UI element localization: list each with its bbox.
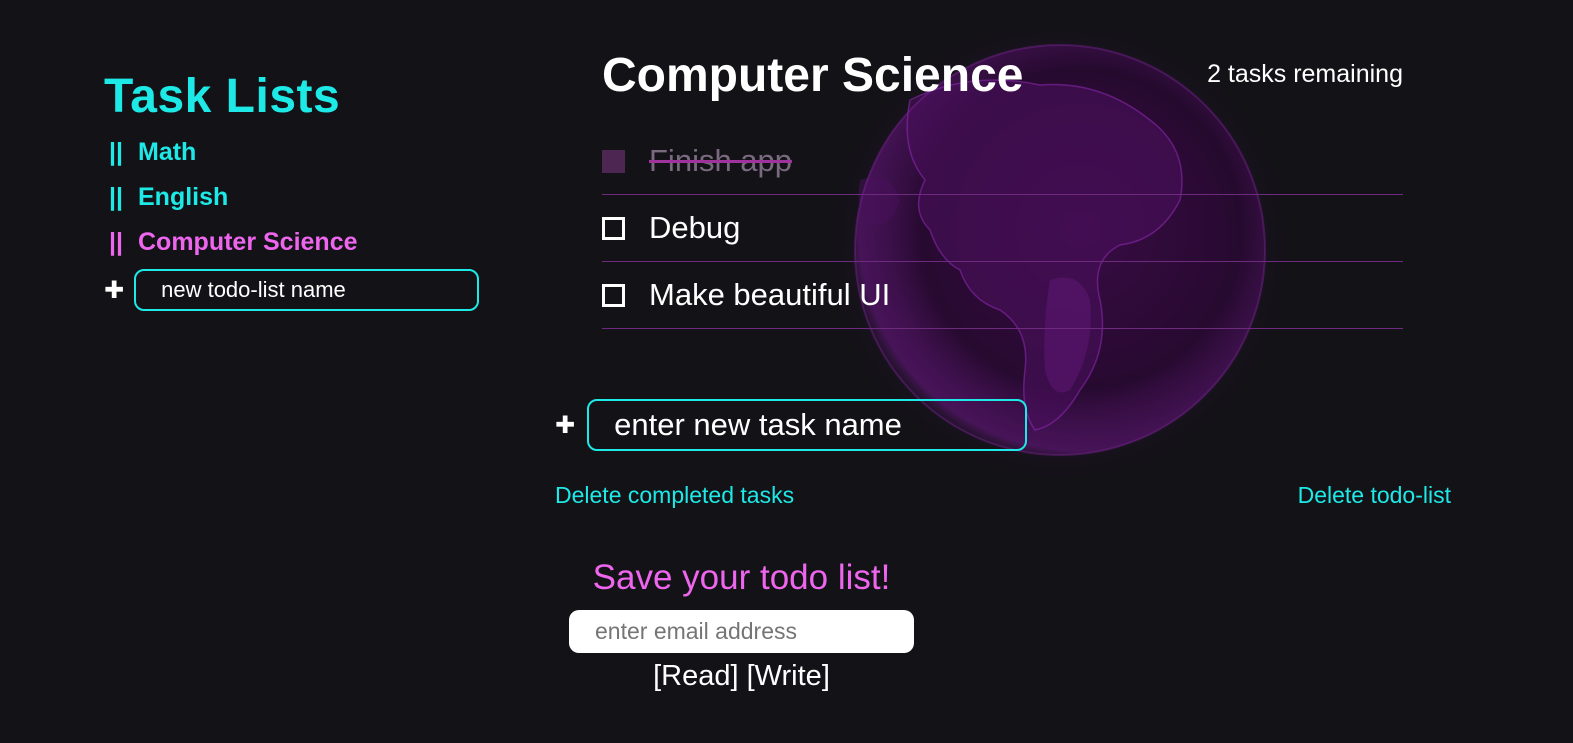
sidebar-item-math[interactable]: || Math: [104, 130, 484, 175]
task-label: Finish app: [649, 143, 793, 178]
email-field[interactable]: [569, 610, 914, 653]
sidebar-item-label: Computer Science: [138, 228, 358, 256]
plus-icon[interactable]: ✚: [555, 413, 575, 437]
new-list-row: ✚: [104, 269, 484, 311]
save-section: Save your todo list! [Read] [Write]: [569, 557, 914, 693]
task-label: Make beautiful UI: [649, 277, 891, 312]
sidebar-title: Task Lists: [104, 70, 341, 123]
task-checkbox[interactable]: [602, 283, 625, 307]
sidebar-item-english[interactable]: || English: [104, 175, 484, 220]
sidebar-item-computer-science[interactable]: || Computer Science: [104, 220, 484, 265]
delete-list-button[interactable]: Delete todo-list: [1298, 482, 1451, 509]
drag-handle-icon[interactable]: ||: [104, 138, 138, 167]
plus-icon[interactable]: ✚: [104, 278, 124, 302]
drag-handle-icon[interactable]: ||: [104, 228, 138, 257]
new-list-input[interactable]: [134, 269, 480, 311]
sidebar-item-label: English: [138, 183, 229, 211]
task-panel: Computer Science 2 tasks remaining Finis…: [555, 40, 1455, 508]
task-label: Debug: [649, 210, 741, 245]
read-write-links: [Read] [Write]: [569, 660, 914, 693]
task-item[interactable]: Make beautiful UI: [602, 262, 1403, 329]
task-item[interactable]: Debug: [602, 195, 1403, 262]
read-link[interactable]: [Read]: [653, 660, 738, 692]
write-link[interactable]: [Write]: [747, 660, 830, 692]
task-checkbox[interactable]: [602, 149, 625, 173]
save-title: Save your todo list!: [592, 558, 891, 597]
drag-handle-icon[interactable]: ||: [104, 183, 138, 212]
task-list-nav: || Math || English || Computer Science: [104, 130, 484, 265]
tasks-remaining-count: 2 tasks remaining: [1207, 60, 1403, 88]
sidebar-item-label: Math: [138, 138, 197, 166]
sidebar: Task Lists || Math || English || Compute…: [104, 70, 484, 311]
delete-completed-button[interactable]: Delete completed tasks: [555, 482, 794, 509]
task-list: Finish app Debug Make beautiful UI: [602, 128, 1403, 329]
task-checkbox[interactable]: [602, 216, 625, 240]
page-title: Computer Science: [602, 49, 1024, 102]
new-task-input[interactable]: [587, 399, 1028, 451]
new-task-row: ✚: [555, 399, 1028, 451]
task-panel-header: Computer Science 2 tasks remaining: [555, 40, 1455, 110]
app-root: Task Lists || Math || English || Compute…: [0, 0, 1573, 743]
task-item[interactable]: Finish app: [602, 128, 1403, 195]
